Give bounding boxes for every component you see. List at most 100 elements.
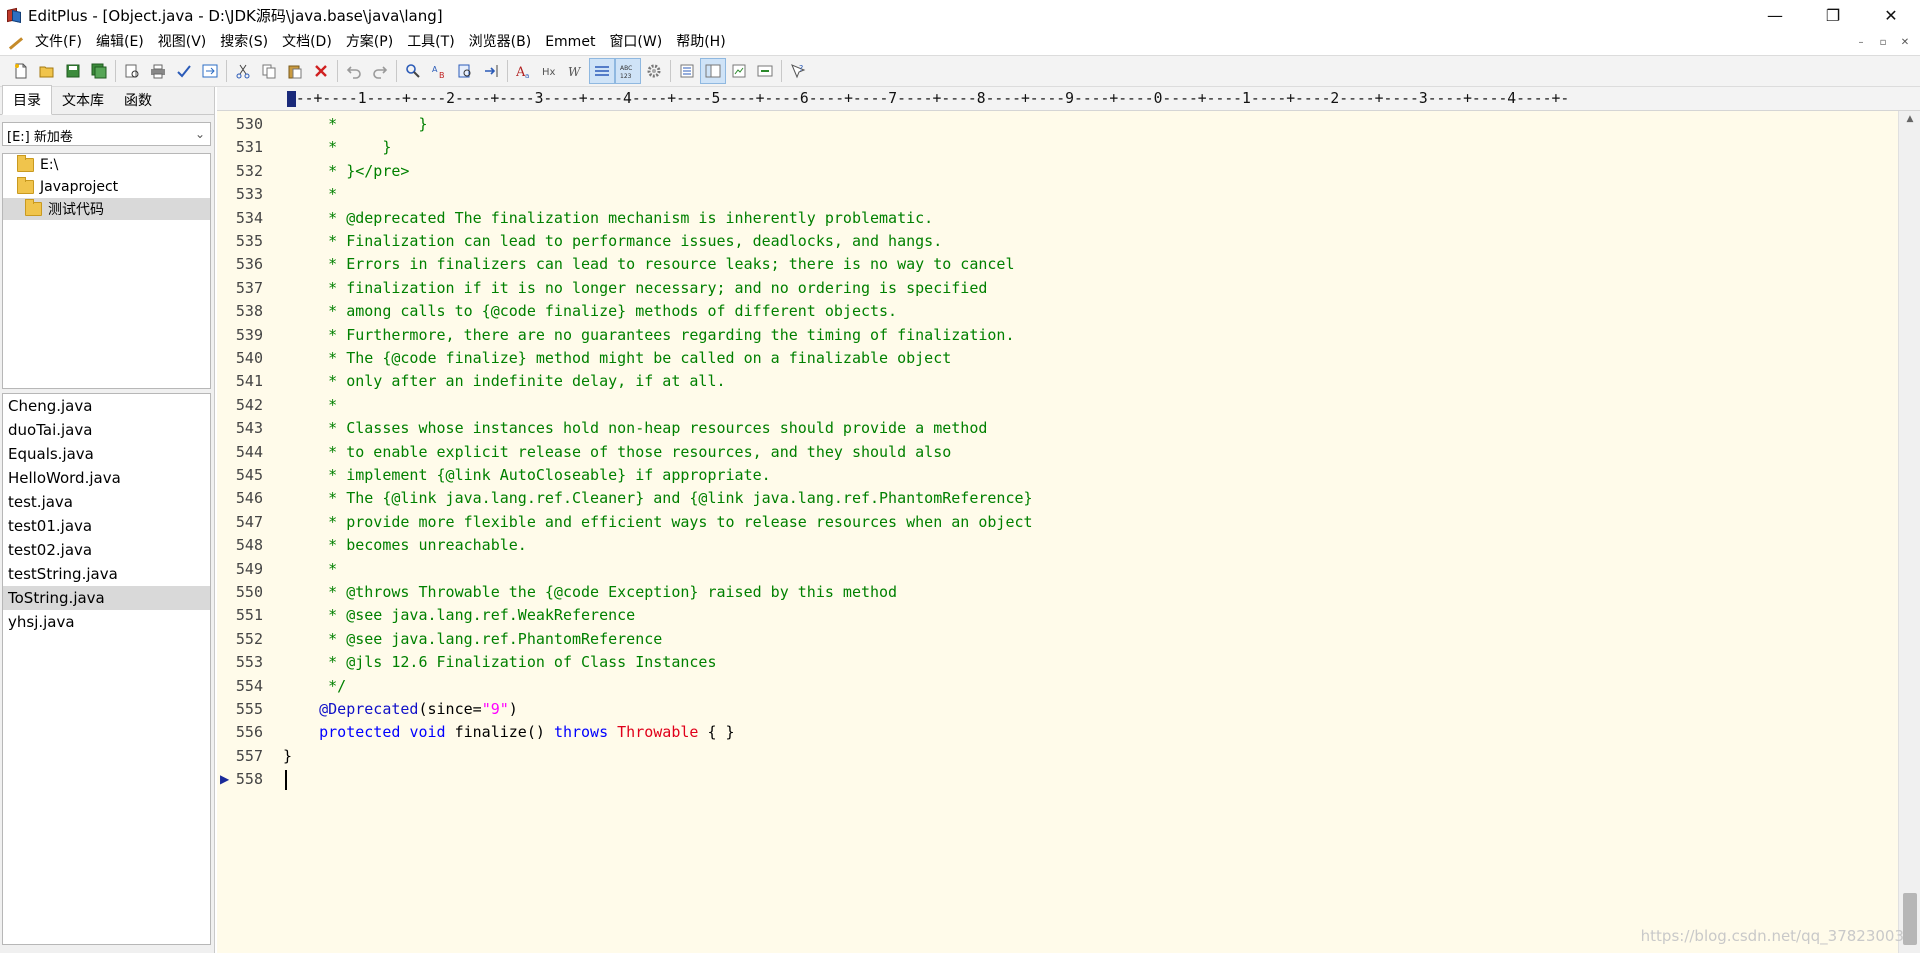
save-button[interactable]: [60, 58, 86, 84]
menu-document[interactable]: 文档(D): [275, 30, 339, 55]
cut-button[interactable]: [230, 58, 256, 84]
menu-project[interactable]: 方案(P): [339, 30, 400, 55]
doc-close-button[interactable]: ✕: [1896, 33, 1914, 51]
minimize-button[interactable]: —: [1746, 0, 1804, 30]
code-line: protected void finalize() throws Throwab…: [283, 721, 734, 744]
document-icon[interactable]: [6, 34, 28, 52]
font-button[interactable]: Aa: [511, 58, 537, 84]
line-number: 531: [235, 138, 263, 157]
spell-check-button[interactable]: [171, 58, 197, 84]
browser-preview-button[interactable]: [197, 58, 223, 84]
menu-search[interactable]: 搜索(S): [213, 30, 275, 55]
code-line: * }: [283, 136, 391, 159]
line-number: 552: [235, 629, 263, 648]
settings-button[interactable]: [641, 58, 667, 84]
document-list-button[interactable]: [674, 58, 700, 84]
file-list: Cheng.java duoTai.java Equals.java Hello…: [2, 393, 211, 945]
new-file-button[interactable]: [8, 58, 34, 84]
menu-help[interactable]: 帮助(H): [669, 30, 732, 55]
code-area[interactable]: * } * } * }</pre> * * @deprecated The fi…: [283, 111, 1895, 953]
line-number: 538: [235, 302, 263, 321]
code-token: * provide more flexible and efficient wa…: [283, 512, 1033, 531]
menu-tools[interactable]: 工具(T): [400, 30, 461, 55]
file-item-selected[interactable]: ToString.java: [3, 586, 210, 610]
scrollbar-thumb[interactable]: [1903, 893, 1917, 945]
goto-line-button[interactable]: [478, 58, 504, 84]
tree-item-drive[interactable]: E:\: [3, 154, 210, 176]
hex-view-button[interactable]: Hx: [537, 58, 563, 84]
tree-item-javaproject[interactable]: Javaproject: [3, 176, 210, 198]
code-token: * @see java.lang.ref.WeakReference: [283, 606, 636, 625]
code-line: * @see java.lang.ref.WeakReference: [283, 604, 635, 627]
menu-view[interactable]: 视图(V): [151, 30, 214, 55]
menu-edit[interactable]: 编辑(E): [89, 30, 151, 55]
line-number: 539: [235, 325, 263, 344]
doc-restore-button[interactable]: ▫: [1874, 33, 1892, 51]
drive-dropdown[interactable]: [E:] 新加卷 ⌄: [2, 122, 211, 146]
menu-browser[interactable]: 浏览器(B): [462, 30, 539, 55]
code-token: * }: [283, 115, 428, 133]
file-item[interactable]: test.java: [3, 490, 210, 514]
menu-emmet[interactable]: Emmet: [538, 30, 602, 55]
undo-button[interactable]: [341, 58, 367, 84]
code-token: * }: [283, 138, 392, 157]
open-file-button[interactable]: [34, 58, 60, 84]
tab-cliptext[interactable]: 文本库: [52, 86, 114, 114]
replace-button[interactable]: AB: [426, 58, 452, 84]
line-number-toggle[interactable]: [589, 58, 615, 84]
file-item[interactable]: Cheng.java: [3, 394, 210, 418]
menu-window[interactable]: 窗口(W): [602, 30, 669, 55]
user-tool-button[interactable]: [752, 58, 778, 84]
directory-tree: E:\ Javaproject 测试代码: [2, 153, 211, 389]
print-button[interactable]: [145, 58, 171, 84]
line-number: 548: [235, 536, 263, 555]
code-token: * The {@code finalize} method might be c…: [283, 349, 952, 367]
code-line: * becomes unreachable.: [283, 534, 527, 557]
file-item[interactable]: duoTai.java: [3, 418, 210, 442]
code-token: protected: [319, 723, 401, 742]
file-item[interactable]: HelloWord.java: [3, 466, 210, 490]
line-number: 533: [235, 185, 263, 204]
paste-button[interactable]: [282, 58, 308, 84]
file-item[interactable]: testString.java: [3, 562, 210, 586]
line-number: 537: [235, 278, 263, 297]
font-icon: Aa: [516, 65, 529, 79]
close-button[interactable]: ✕: [1862, 0, 1920, 30]
menu-file[interactable]: 文件(F): [28, 30, 89, 55]
vertical-scrollbar[interactable]: ▲: [1898, 111, 1920, 953]
find-in-files-button[interactable]: [452, 58, 478, 84]
code-token: * }</pre>: [283, 161, 410, 180]
column-ruler: ---+----1----+----2----+----3----+----4-…: [217, 87, 1920, 111]
code-token: ): [508, 700, 518, 718]
editor-pane[interactable]: ---+----1----+----2----+----3----+----4-…: [217, 87, 1920, 953]
find-button[interactable]: [400, 58, 426, 84]
code-token: * @see java.lang.ref.PhantomReference: [283, 629, 663, 648]
delete-button[interactable]: [308, 58, 334, 84]
cliptext-button[interactable]: [726, 58, 752, 84]
tree-item-test-code[interactable]: 测试代码: [3, 198, 210, 220]
word-wrap-button[interactable]: W: [563, 58, 589, 84]
file-item[interactable]: test01.java: [3, 514, 210, 538]
output-window-toggle[interactable]: [700, 58, 726, 84]
code-line: * to enable explicit release of those re…: [283, 441, 951, 464]
help-button[interactable]: ?: [785, 58, 811, 84]
line-number: 541: [235, 372, 263, 391]
file-item[interactable]: test02.java: [3, 538, 210, 562]
maximize-button[interactable]: ❐: [1804, 0, 1862, 30]
print-preview-button[interactable]: [119, 58, 145, 84]
save-all-button[interactable]: [86, 58, 112, 84]
document-window-controls: – ▫ ✕: [1852, 33, 1914, 51]
tab-functions[interactable]: 函数: [114, 86, 162, 114]
tab-directory[interactable]: 目录: [2, 85, 52, 115]
copy-button[interactable]: [256, 58, 282, 84]
hex-icon: Hx: [542, 67, 556, 78]
column-select-toggle[interactable]: ABC 123: [615, 58, 641, 84]
scroll-up-arrow-icon[interactable]: ▲: [1899, 111, 1920, 127]
redo-button[interactable]: [367, 58, 393, 84]
file-item[interactable]: yhsj.java: [3, 610, 210, 634]
file-item[interactable]: Equals.java: [3, 442, 210, 466]
doc-minimize-button[interactable]: –: [1852, 33, 1870, 51]
code-line: */: [283, 675, 346, 698]
code-token: @Deprecated: [319, 700, 419, 718]
goto-icon: [485, 65, 498, 77]
